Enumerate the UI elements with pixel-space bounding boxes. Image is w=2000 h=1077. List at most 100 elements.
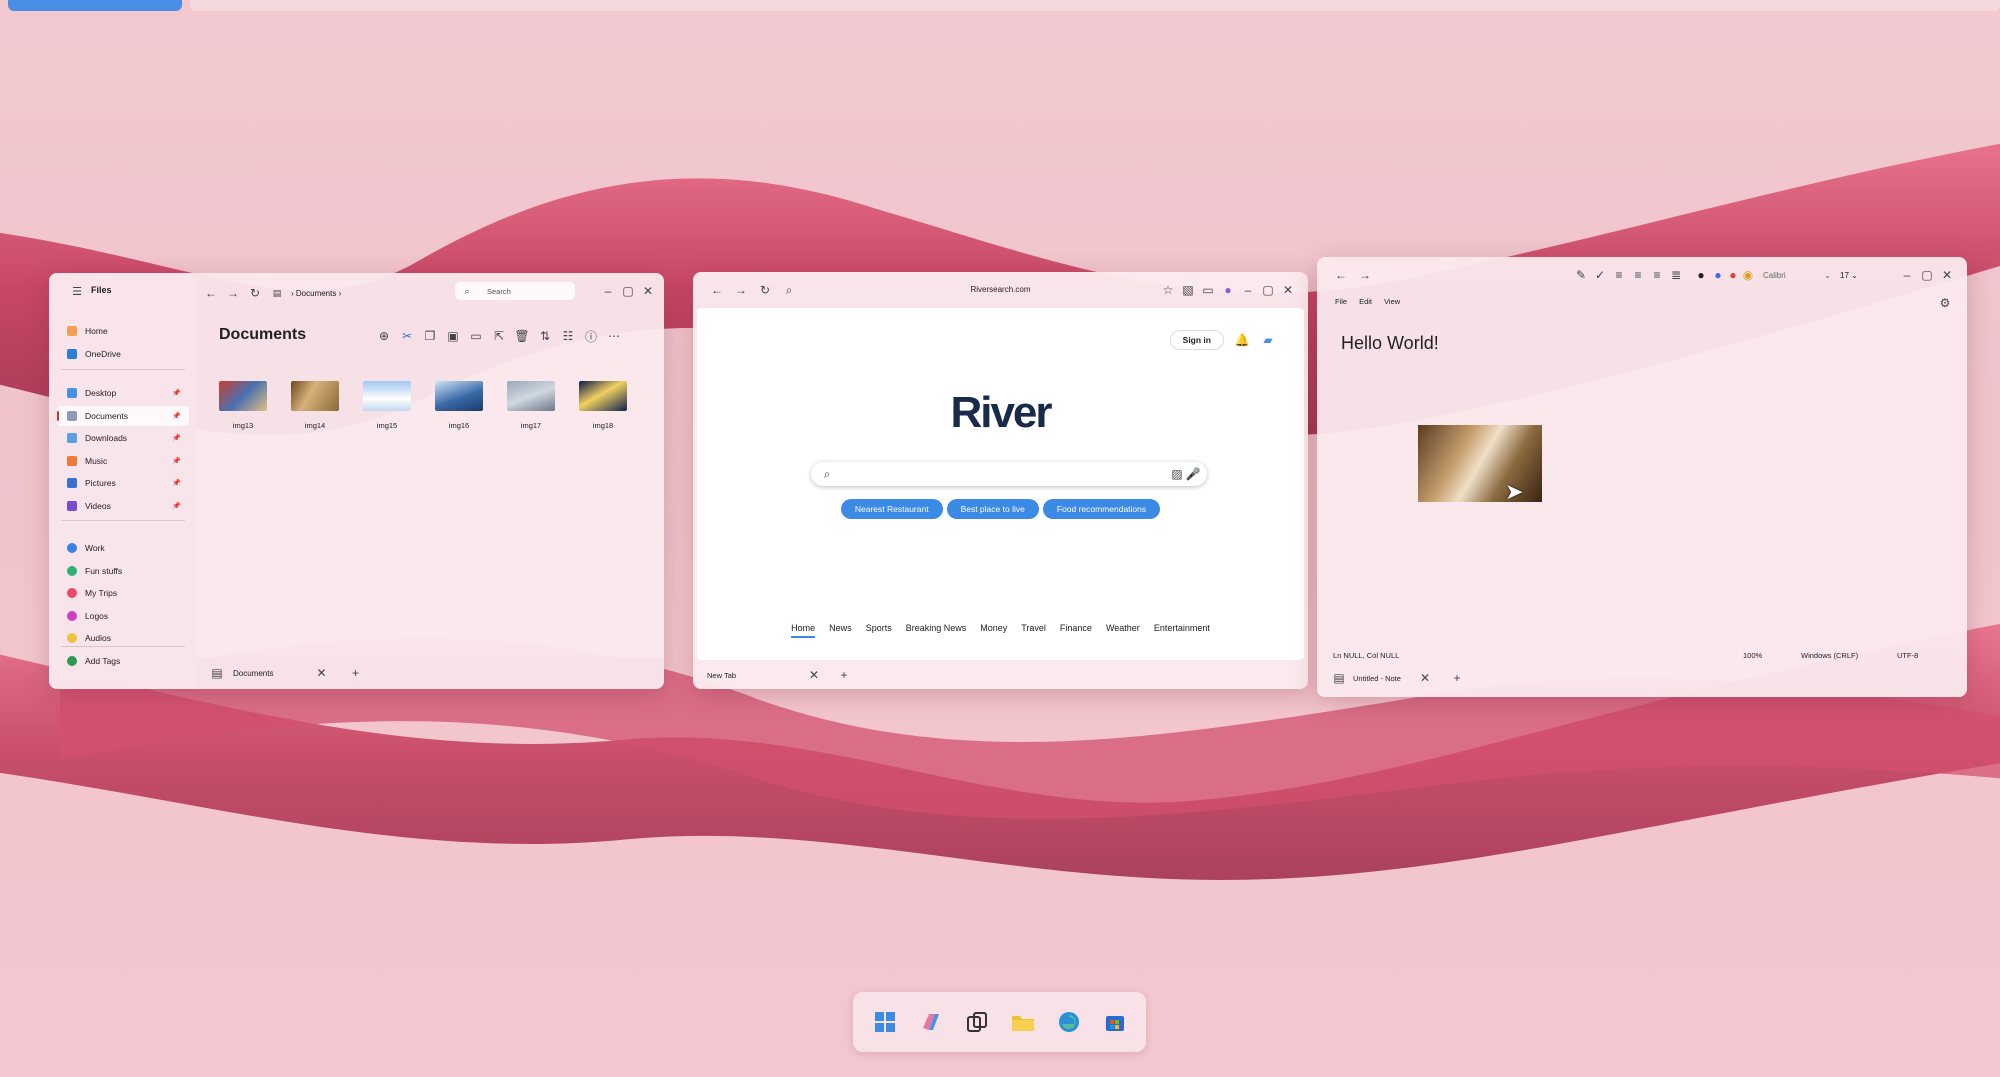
suggestion-chip[interactable]: Best place to live bbox=[946, 499, 1039, 519]
font-size-select[interactable]: 17 ⌄ bbox=[1840, 271, 1866, 280]
pin-icon[interactable]: 📌 bbox=[172, 412, 181, 420]
color-red-icon[interactable]: ● bbox=[1727, 267, 1739, 283]
nav-link-sports[interactable]: Sports bbox=[866, 623, 892, 633]
view-icon[interactable]: ☷ bbox=[560, 328, 576, 344]
sidebar-item-videos[interactable]: Videos 📌 bbox=[57, 496, 189, 516]
file-item[interactable]: img15 bbox=[363, 381, 411, 430]
nav-link-breaking-news[interactable]: Breaking News bbox=[906, 623, 967, 633]
back-icon[interactable]: ← bbox=[1333, 267, 1349, 283]
settings-icon[interactable]: ⚙ bbox=[1937, 295, 1953, 311]
tab-new-tab[interactable]: New Tab bbox=[707, 671, 736, 680]
file-item[interactable]: img17 bbox=[507, 381, 555, 430]
sidebar-item-home[interactable]: Home bbox=[57, 321, 189, 341]
menu-edit[interactable]: Edit bbox=[1359, 297, 1372, 306]
align-left-icon[interactable]: ≡ bbox=[1611, 267, 1627, 283]
suggestion-chip[interactable]: Nearest Restaurant bbox=[840, 499, 943, 519]
back-icon[interactable]: ← bbox=[203, 285, 219, 301]
sidebar-item-work[interactable]: Work bbox=[57, 538, 189, 558]
maximize-icon[interactable]: ▢ bbox=[1260, 282, 1276, 298]
nav-link-weather[interactable]: Weather bbox=[1106, 623, 1140, 633]
color-black-icon[interactable]: ● bbox=[1693, 267, 1709, 283]
new-tab-icon[interactable]: + bbox=[1449, 670, 1465, 686]
delete-icon[interactable]: 🗑 bbox=[514, 328, 530, 344]
close-icon[interactable]: ✕ bbox=[1939, 267, 1955, 283]
nav-link-travel[interactable]: Travel bbox=[1021, 623, 1046, 633]
refresh-icon[interactable]: ↻ bbox=[247, 285, 263, 301]
file-explorer-icon[interactable] bbox=[1010, 1009, 1036, 1035]
copilot-icon[interactable] bbox=[918, 1009, 944, 1035]
new-tab-icon[interactable]: + bbox=[836, 667, 852, 683]
menu-file[interactable]: File bbox=[1335, 297, 1347, 306]
start-icon[interactable] bbox=[872, 1009, 898, 1035]
sidebar-item-my-trips[interactable]: My Trips bbox=[57, 583, 189, 603]
tab-close-icon[interactable]: ✕ bbox=[806, 667, 822, 683]
tab-untitled[interactable]: Untitled - Note bbox=[1353, 674, 1411, 683]
sidebar-item-downloads[interactable]: Downloads 📌 bbox=[57, 428, 189, 448]
align-center-icon[interactable]: ≡ bbox=[1630, 267, 1646, 283]
ink-icon[interactable]: ✎ bbox=[1573, 267, 1589, 283]
bell-icon[interactable]: 🔔 bbox=[1234, 332, 1250, 348]
more-icon[interactable]: ⋯ bbox=[606, 328, 622, 344]
briefcase-icon[interactable]: ▰ bbox=[1260, 332, 1276, 348]
editor-text[interactable]: Hello World! bbox=[1341, 333, 1439, 354]
nav-link-news[interactable]: News bbox=[829, 623, 852, 633]
paste-icon[interactable]: ▣ bbox=[445, 328, 461, 344]
tab-close-icon[interactable]: ✕ bbox=[1417, 670, 1433, 686]
copy-icon[interactable]: ❐ bbox=[422, 328, 438, 344]
sidebar-item-documents[interactable]: Documents 📌 bbox=[57, 405, 189, 426]
sidebar-item-logos[interactable]: Logos bbox=[57, 606, 189, 626]
minimize-icon[interactable]: – bbox=[1240, 282, 1256, 298]
sort-icon[interactable]: ⇅ bbox=[537, 328, 553, 344]
task-view-icon[interactable] bbox=[964, 1009, 990, 1035]
minimize-icon[interactable]: – bbox=[1899, 267, 1915, 283]
sidebar-item-audios[interactable]: Audios bbox=[57, 628, 189, 648]
justify-icon[interactable]: ≣ bbox=[1668, 267, 1684, 283]
menu-icon[interactable]: ☰ bbox=[69, 283, 85, 299]
minimize-icon[interactable]: – bbox=[600, 283, 616, 299]
pin-icon[interactable]: 📌 bbox=[172, 502, 181, 510]
pin-icon[interactable]: 📌 bbox=[172, 434, 181, 442]
pin-icon[interactable]: 📌 bbox=[172, 457, 181, 465]
tab-documents[interactable]: Documents bbox=[233, 669, 273, 678]
sidebar-item-add-tags[interactable]: Add Tags bbox=[57, 651, 189, 671]
pin-icon[interactable]: 📌 bbox=[172, 479, 181, 487]
extensions-icon[interactable]: ▭ bbox=[1200, 282, 1216, 298]
pin-icon[interactable]: 📌 bbox=[172, 389, 181, 397]
color-blue-icon[interactable]: ● bbox=[1712, 267, 1724, 283]
nav-link-money[interactable]: Money bbox=[980, 623, 1007, 633]
nav-link-finance[interactable]: Finance bbox=[1060, 623, 1092, 633]
share-icon[interactable]: ⇱ bbox=[491, 328, 507, 344]
file-item[interactable]: img14 bbox=[291, 381, 339, 430]
search-input[interactable]: ⌕ Search bbox=[455, 282, 575, 300]
file-item[interactable]: img18 bbox=[579, 381, 627, 430]
sidebar-item-music[interactable]: Music 📌 bbox=[57, 451, 189, 471]
profile-icon[interactable]: ● bbox=[1220, 282, 1236, 298]
cut-icon[interactable]: ✂ bbox=[399, 328, 415, 344]
nav-link-entertainment[interactable]: Entertainment bbox=[1154, 623, 1210, 633]
nav-link-home[interactable]: Home bbox=[791, 623, 816, 638]
sidebar-item-onedrive[interactable]: OneDrive bbox=[57, 344, 189, 364]
sidebar-item-desktop[interactable]: Desktop 📌 bbox=[57, 383, 189, 403]
spellcheck-icon[interactable]: ✓ bbox=[1592, 267, 1608, 283]
breadcrumb[interactable]: › Documents › bbox=[291, 289, 341, 298]
align-right-icon[interactable]: ≡ bbox=[1649, 267, 1665, 283]
maximize-icon[interactable]: ▢ bbox=[1919, 267, 1935, 283]
maximize-icon[interactable]: ▢ bbox=[620, 283, 636, 299]
image-search-icon[interactable]: ▨ bbox=[1169, 466, 1185, 482]
info-icon[interactable]: ⓘ bbox=[583, 328, 599, 344]
edge-icon[interactable] bbox=[1056, 1009, 1082, 1035]
sidebar-item-pictures[interactable]: Pictures 📌 bbox=[57, 473, 189, 493]
menu-view[interactable]: View bbox=[1384, 297, 1400, 306]
color-palette-icon[interactable]: ◉ bbox=[1742, 267, 1754, 283]
sidebar-item-fun-stuffs[interactable]: Fun stuffs bbox=[57, 561, 189, 581]
close-icon[interactable]: ✕ bbox=[640, 283, 656, 299]
sign-in-button[interactable]: Sign in bbox=[1169, 330, 1224, 350]
font-select[interactable]: Calibri ⌄ bbox=[1763, 271, 1831, 280]
file-item[interactable]: img16 bbox=[435, 381, 483, 430]
store-icon[interactable] bbox=[1102, 1009, 1128, 1035]
active-desktop-indicator[interactable] bbox=[8, 0, 182, 11]
suggestion-chip[interactable]: Food recommendations bbox=[1042, 499, 1161, 519]
forward-icon[interactable]: → bbox=[225, 285, 241, 301]
new-tab-icon[interactable]: + bbox=[347, 665, 363, 681]
tab-close-icon[interactable]: ✕ bbox=[313, 665, 329, 681]
